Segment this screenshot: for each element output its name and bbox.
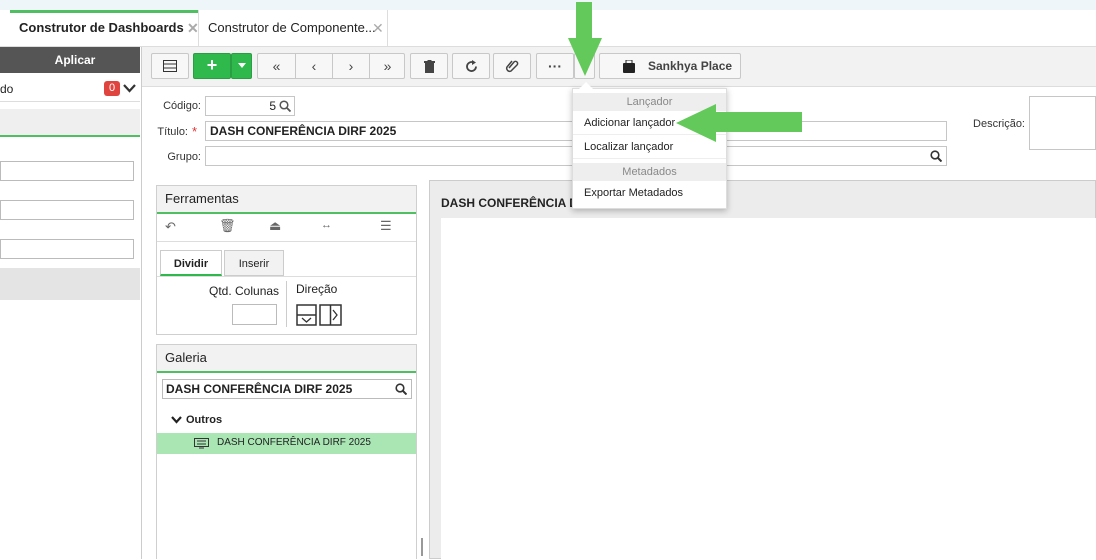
filter-section-header [0,109,140,137]
refresh-icon [465,60,477,72]
filter-row-label: do [0,82,14,96]
canvas-area[interactable] [441,218,1096,560]
gallery-item-label: DASH CONFERÊNCIA DIRF 2025 [217,437,371,448]
codigo-field[interactable]: 5 [205,96,295,116]
paperclip-icon [505,60,519,73]
tab-construtor-dashboards[interactable]: Construtor de Dashboards ✕ [9,10,199,46]
sankhya-place-label: Sankhya Place [648,59,733,73]
codigo-value: 5 [269,99,276,113]
close-icon[interactable]: ✕ [372,10,384,46]
apply-button[interactable]: Aplicar [0,47,140,73]
add-button[interactable]: + [193,53,231,79]
prev-record-icon[interactable]: ‹ [295,54,332,78]
descricao-label: Descrição: [973,118,1025,130]
count-badge: 0 [104,81,120,96]
filter-section-footer [0,268,140,300]
delete-button[interactable] [410,53,448,79]
filter-input-1[interactable] [0,161,134,181]
tab-label: Construtor de Componente... [208,20,376,35]
bag-icon [623,60,635,73]
grid-view-button[interactable] [151,53,189,79]
close-icon[interactable]: ✕ [187,10,199,46]
next-record-icon[interactable]: › [332,54,369,78]
trash-icon[interactable]: 🗑 [219,218,236,234]
qtd-colunas-label: Qtd. Colunas [209,284,280,298]
attach-button[interactable] [493,53,531,79]
gallery-search-input[interactable]: DASH CONFERÊNCIA DIRF 2025 [162,379,412,399]
required-marker: * [192,124,198,139]
search-icon[interactable] [395,383,407,395]
gallery-group-label[interactable]: Outros [186,414,222,426]
filter-input-3[interactable] [0,239,134,259]
titulo-label: Título: [157,126,188,138]
menu-section-metadados: Metadados [573,163,726,181]
trash-icon [423,60,435,73]
search-icon[interactable] [930,150,942,162]
tab-label: Construtor de Dashboards [19,20,184,35]
chevron-down-icon[interactable] [171,416,182,424]
caret-down-icon [237,63,246,68]
direcao-label: Direção [296,282,338,296]
search-icon[interactable] [279,100,291,112]
splitter-handle[interactable] [421,538,423,556]
list-settings-icon[interactable]: ☰ [380,218,392,234]
dashboard-icon [194,438,209,449]
annotation-arrow-left-icon [676,104,802,142]
codigo-label: Código: [163,100,201,112]
annotation-arrow-down-icon [568,2,602,76]
menu-pointer [579,82,593,89]
filter-row[interactable]: do 0 [0,76,140,102]
dashboard-canvas: DASH CONFERÊNCIA D [429,180,1096,560]
chevron-down-icon[interactable] [123,83,136,93]
tools-panel: Ferramentas ↶ 🗑 ⏏ ↔ ☰ Dividir Inserir Qt… [156,185,417,335]
add-dropdown-button[interactable] [231,53,252,79]
resize-horizontal-icon[interactable]: ↔ [321,219,332,231]
direction-horizontal-icon[interactable] [319,304,342,326]
first-record-icon[interactable]: « [258,54,295,78]
tab-inserir[interactable]: Inserir [224,250,284,276]
direction-vertical-icon[interactable] [296,304,317,326]
sankhya-place-button[interactable]: Sankhya Place [599,53,741,79]
gallery-search-value: DASH CONFERÊNCIA DIRF 2025 [166,382,353,396]
tab-dividir[interactable]: Dividir [160,250,222,276]
canvas-title: DASH CONFERÊNCIA D [441,196,578,210]
tab-construtor-componente[interactable]: Construtor de Componente... ✕ [198,10,388,46]
menu-item-export-metadata[interactable]: Exportar Metadados [573,181,726,205]
gallery-item[interactable]: DASH CONFERÊNCIA DIRF 2025 [157,433,416,454]
tools-panel-title: Ferramentas [157,186,416,214]
top-strip [0,0,1096,10]
qtd-colunas-input[interactable] [232,304,277,325]
descricao-field[interactable] [1029,96,1096,150]
filter-input-2[interactable] [0,200,134,220]
navigation-group: « ‹ › » [257,53,405,79]
broom-icon[interactable]: ⏏ [269,218,281,234]
last-record-icon[interactable]: » [369,54,405,78]
tab-bar: Construtor de Dashboards ✕ Construtor de… [0,10,1096,47]
table-icon [163,60,177,72]
grupo-label: Grupo: [167,151,201,163]
undo-icon[interactable]: ↶ [165,219,176,235]
refresh-button[interactable] [452,53,490,79]
gallery-panel-title: Galeria [157,345,416,373]
gallery-panel: Galeria DASH CONFERÊNCIA DIRF 2025 Outro… [156,344,417,559]
